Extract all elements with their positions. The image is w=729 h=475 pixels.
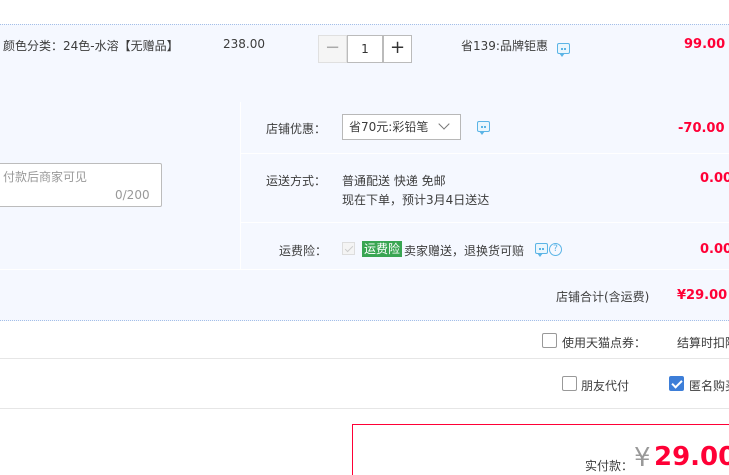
anonymous-purchase-checkbox[interactable] [669, 376, 684, 391]
quantity-increase-button[interactable]: + [383, 35, 412, 63]
buyer-message-char-count: 0/200 [115, 188, 150, 202]
quantity-input[interactable]: 1 [347, 35, 383, 63]
payment-amount: 29.00 [654, 442, 729, 472]
tmall-points-label: 使用天猫点券： [562, 336, 647, 350]
insurance-label: 运费险： [279, 244, 328, 258]
divider [0, 408, 729, 409]
payment-label: 实付款： [585, 459, 634, 473]
shipping-value: 0.00 [700, 171, 729, 186]
item-unit-price: 238.00 [223, 37, 265, 51]
shop-total-label: 店铺合计(含运费) [556, 290, 650, 304]
anonymous-purchase-label: 匿名购买 [689, 379, 729, 393]
quantity-decrease-button[interactable]: − [318, 35, 347, 63]
insurance-description: 卖家赠送，退换货可赔 [404, 244, 525, 258]
tmall-points-value: 结算时扣除 [677, 336, 729, 350]
shipping-method: 普通配送 快递 免邮 [342, 174, 446, 188]
friend-pay-label: 朋友代付 [581, 379, 630, 393]
payment-currency-symbol: ¥ [634, 443, 651, 473]
shop-total-value: ¥29.00 [677, 288, 728, 303]
insurance-checkbox [342, 242, 355, 255]
shop-coupon-value: -70.00 [678, 121, 725, 136]
item-sku-label: 颜色分类：24色-水溶【无赠品】 [3, 39, 179, 53]
shipping-label: 运送方式： [266, 174, 327, 188]
shipping-eta: 现在下单，预计3月4日送达 [342, 193, 490, 207]
shop-coupon-label: 店铺优惠： [266, 122, 327, 136]
buyer-message-placeholder: 付款后商家可见 [3, 170, 88, 184]
coupon-chat-icon[interactable] [477, 121, 490, 135]
item-total-price: 99.00 [684, 37, 726, 52]
insurance-tag: 运费险 [362, 241, 403, 257]
tmall-points-checkbox[interactable] [542, 333, 557, 348]
insurance-value: 0.00 [700, 242, 729, 257]
help-icon[interactable]: ? [549, 243, 562, 256]
item-promotion: 省139:品牌钜惠 [461, 39, 548, 53]
promo-chat-icon[interactable] [557, 43, 570, 57]
insurance-chat-icon[interactable] [535, 243, 548, 257]
friend-pay-checkbox[interactable] [562, 376, 577, 391]
divider [0, 358, 729, 359]
